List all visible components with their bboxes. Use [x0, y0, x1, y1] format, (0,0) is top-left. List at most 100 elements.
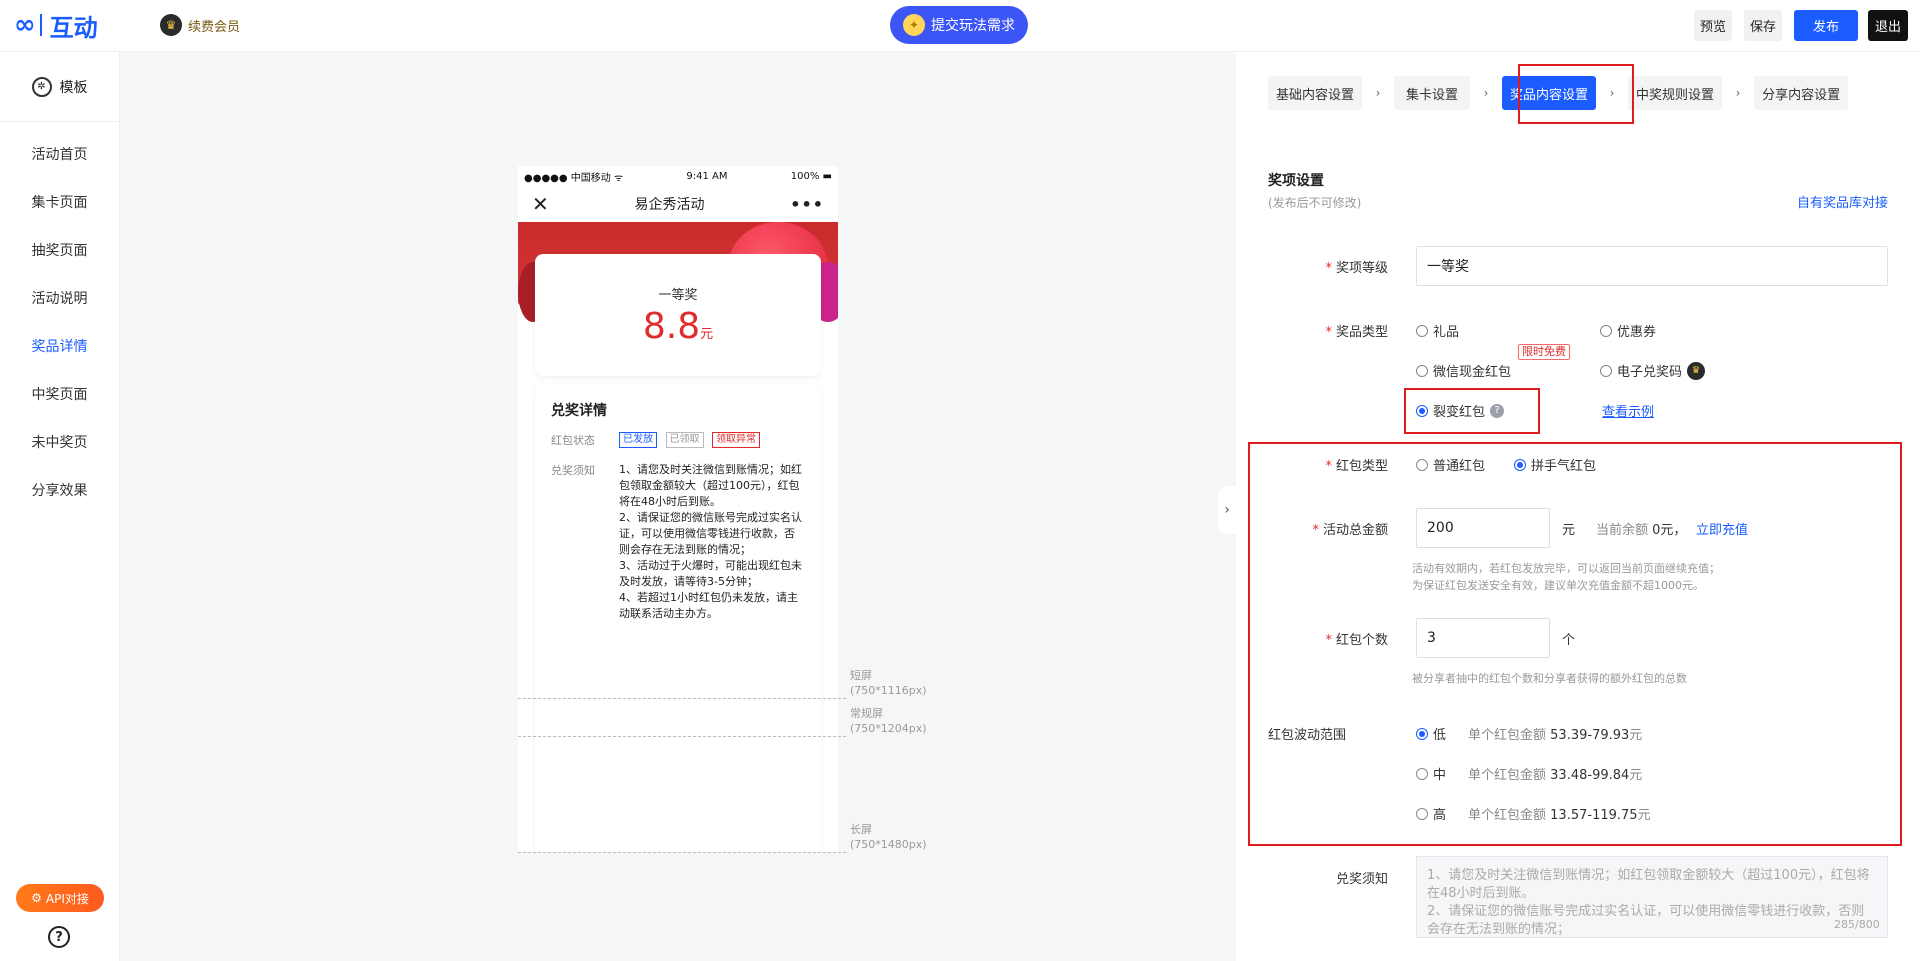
view-example-link[interactable]: 查看示例 — [1602, 401, 1654, 420]
type-radio-gift[interactable]: 礼品 — [1416, 321, 1459, 340]
logo-mark: ∞ — [14, 10, 36, 40]
phone-title: 易企秀活动 — [634, 197, 705, 213]
total-hint: 活动有效期内，若红包发放完毕，可以返回当前页面继续充值； 为保证红包发送安全有效… — [1412, 562, 1720, 592]
rp-type-radio-lucky[interactable]: 拼手气红包 — [1514, 455, 1596, 474]
radio-dot — [1600, 324, 1612, 337]
vip-label: 续费会员 — [188, 19, 241, 35]
template-button[interactable]: ✲ 模板 — [0, 52, 119, 122]
range-high-amount: 单个红包金额 13.57-119.75元 — [1468, 808, 1651, 823]
lightbulb-icon: ✦ — [903, 14, 925, 36]
rp-type-label: * 红包类型 — [1325, 459, 1388, 474]
level-label: * 奖项等级 — [1325, 261, 1388, 276]
status-label: 红包状态 — [551, 434, 595, 447]
count-input[interactable]: 3 — [1416, 618, 1550, 658]
short-screen-line — [518, 698, 846, 699]
radio-dot — [1600, 364, 1612, 377]
range-mid-amount: 单个红包金额 33.48-99.84元 — [1468, 768, 1643, 783]
total-label: * 活动总金额 — [1312, 523, 1388, 538]
detail-title: 兑奖详情 — [551, 403, 607, 419]
section-subtitle: (发布后不可修改) — [1268, 196, 1362, 210]
step-basic[interactable]: 基础内容设置 — [1268, 76, 1363, 110]
section-title: 奖项设置 — [1268, 173, 1324, 189]
api-label: API对接 — [45, 891, 89, 906]
phone-navbar: ✕ 易企秀活动 ••• — [518, 186, 838, 222]
close-icon[interactable]: ✕ — [532, 192, 549, 216]
redeem-detail-card: 兑奖详情 红包状态 已发放 已领取 领取异常 兑奖须知 1、请您及时关注微信到账… — [535, 384, 821, 852]
radio-dot — [1416, 324, 1428, 337]
settings-panel: 基础内容设置 › 集卡设置 › 奖品内容设置 › 中奖规则设置 › 分享内容设置… — [1236, 52, 1920, 961]
radio-dot-selected — [1416, 727, 1428, 740]
range-radio-low[interactable]: 低 — [1416, 724, 1446, 743]
sidebar-item-home[interactable]: 活动首页 — [0, 130, 119, 178]
rp-type-radio-normal[interactable]: 普通红包 — [1416, 455, 1485, 474]
recharge-link[interactable]: 立即充值 — [1696, 519, 1748, 538]
phone-preview: ●●●●● 中国移动 ᯤ 9:41 AM 100% ▬ ✕ 易企秀活动 ••• … — [518, 166, 838, 852]
help-icon[interactable]: ? — [48, 926, 70, 948]
normal-screen-label: 常规屏 (750*1204px) — [850, 707, 927, 735]
total-amount-input[interactable]: 200 — [1416, 508, 1550, 548]
logo[interactable]: ∞ 互动 — [14, 10, 98, 42]
chevron-right-icon: › — [1735, 86, 1741, 100]
more-icon[interactable]: ••• — [790, 195, 824, 214]
prize-card: 一等奖 8.8元 — [535, 254, 821, 376]
highlight-box-step — [1518, 64, 1634, 124]
type-label: * 奖品类型 — [1325, 325, 1388, 340]
notice-counter: 285/800 — [1834, 918, 1880, 931]
status-bar: ●●●●● 中国移动 ᯤ 9:41 AM 100% ▬ — [518, 166, 838, 186]
submit-need-button[interactable]: ✦ 提交玩法需求 — [890, 6, 1028, 44]
sidebar-item-card[interactable]: 集卡页面 — [0, 178, 119, 226]
template-icon: ✲ — [31, 76, 52, 97]
carrier: ●●●●● 中国移动 ᯤ — [524, 172, 624, 184]
sidebar-item-win[interactable]: 中奖页面 — [0, 370, 119, 418]
range-radio-mid[interactable]: 中 — [1416, 764, 1446, 783]
count-unit: 个 — [1562, 633, 1576, 648]
radio-dot — [1416, 458, 1428, 471]
long-screen-line — [518, 852, 846, 853]
preview-button[interactable]: 预览 — [1694, 10, 1732, 41]
left-sidebar: ✲ 模板 活动首页 集卡页面 抽奖页面 活动说明 奖品详情 中奖页面 未中奖页 … — [0, 52, 120, 961]
balance-text: 当前余额 0元， — [1596, 523, 1687, 538]
sidebar-item-share[interactable]: 分享效果 — [0, 466, 119, 514]
short-screen-label: 短屏 (750*1116px) — [850, 669, 927, 697]
notes-text: 1、请您及时关注微信到账情况；如红包领取金额较大（超过100元），红包将在48小… — [619, 463, 802, 620]
publish-button[interactable]: 发布 — [1794, 10, 1858, 41]
api-button[interactable]: ⚙ API对接 — [16, 884, 104, 912]
submit-need-label: 提交玩法需求 — [931, 18, 1015, 34]
count-label: * 红包个数 — [1325, 633, 1388, 648]
vip-renew[interactable]: ♛ 续费会员 — [160, 14, 240, 36]
clock: 9:41 AM — [686, 170, 728, 182]
long-screen-label: 长屏 (750*1480px) — [850, 823, 927, 851]
status-row: 红包状态 已发放 已领取 领取异常 — [551, 432, 805, 448]
sidebar-item-lottery[interactable]: 抽奖页面 — [0, 226, 119, 274]
top-bar: ∞ 互动 ♛ 续费会员 ✦ 提交玩法需求 预览 保存 发布 退出 — [0, 0, 1920, 52]
battery: 100% ▬ — [790, 170, 832, 182]
crown-icon: ♛ — [160, 14, 182, 36]
exit-button[interactable]: 退出 — [1868, 10, 1908, 41]
prize-library-link[interactable]: 自有奖品库对接 — [1797, 192, 1888, 211]
type-radio-code[interactable]: 电子兑奖码 ♛ — [1600, 361, 1706, 380]
notes-label: 兑奖须知 — [551, 464, 595, 477]
type-radio-cash[interactable]: 微信现金红包 — [1416, 361, 1511, 380]
range-low-amount: 单个红包金额 53.39-79.93元 — [1468, 728, 1643, 743]
sidebar-item-rules[interactable]: 活动说明 — [0, 274, 119, 322]
sidebar-item-prize-detail[interactable]: 奖品详情 — [0, 322, 119, 370]
type-radio-coupon[interactable]: 优惠券 — [1600, 321, 1656, 340]
notice-textarea[interactable]: 1、请您及时关注微信到账情况；如红包领取金额较大（超过100元），红包将在48小… — [1416, 856, 1888, 938]
step-share[interactable]: 分享内容设置 — [1754, 76, 1849, 110]
step-win-rules[interactable]: 中奖规则设置 — [1628, 76, 1723, 110]
chevron-right-icon: › — [1483, 86, 1489, 100]
level-input[interactable]: 一等奖 — [1416, 246, 1888, 286]
radio-dot — [1416, 807, 1428, 820]
total-unit: 元 — [1562, 523, 1576, 538]
prize-level: 一等奖 — [658, 288, 698, 303]
range-label: 红包波动范围 — [1268, 728, 1347, 743]
sidebar-item-lose[interactable]: 未中奖页 — [0, 418, 119, 466]
logo-separator — [39, 14, 42, 36]
collapse-panel-toggle[interactable]: › — [1218, 486, 1236, 534]
count-hint: 被分享者抽中的红包个数和分享者获得的额外红包的总数 — [1412, 672, 1687, 685]
logo-text: 互动 — [49, 13, 98, 42]
range-radio-high[interactable]: 高 — [1416, 804, 1446, 823]
notes-row: 兑奖须知 1、请您及时关注微信到账情况；如红包领取金额较大（超过100元），红包… — [551, 462, 805, 622]
save-button[interactable]: 保存 — [1744, 10, 1782, 41]
step-card[interactable]: 集卡设置 — [1394, 76, 1471, 110]
